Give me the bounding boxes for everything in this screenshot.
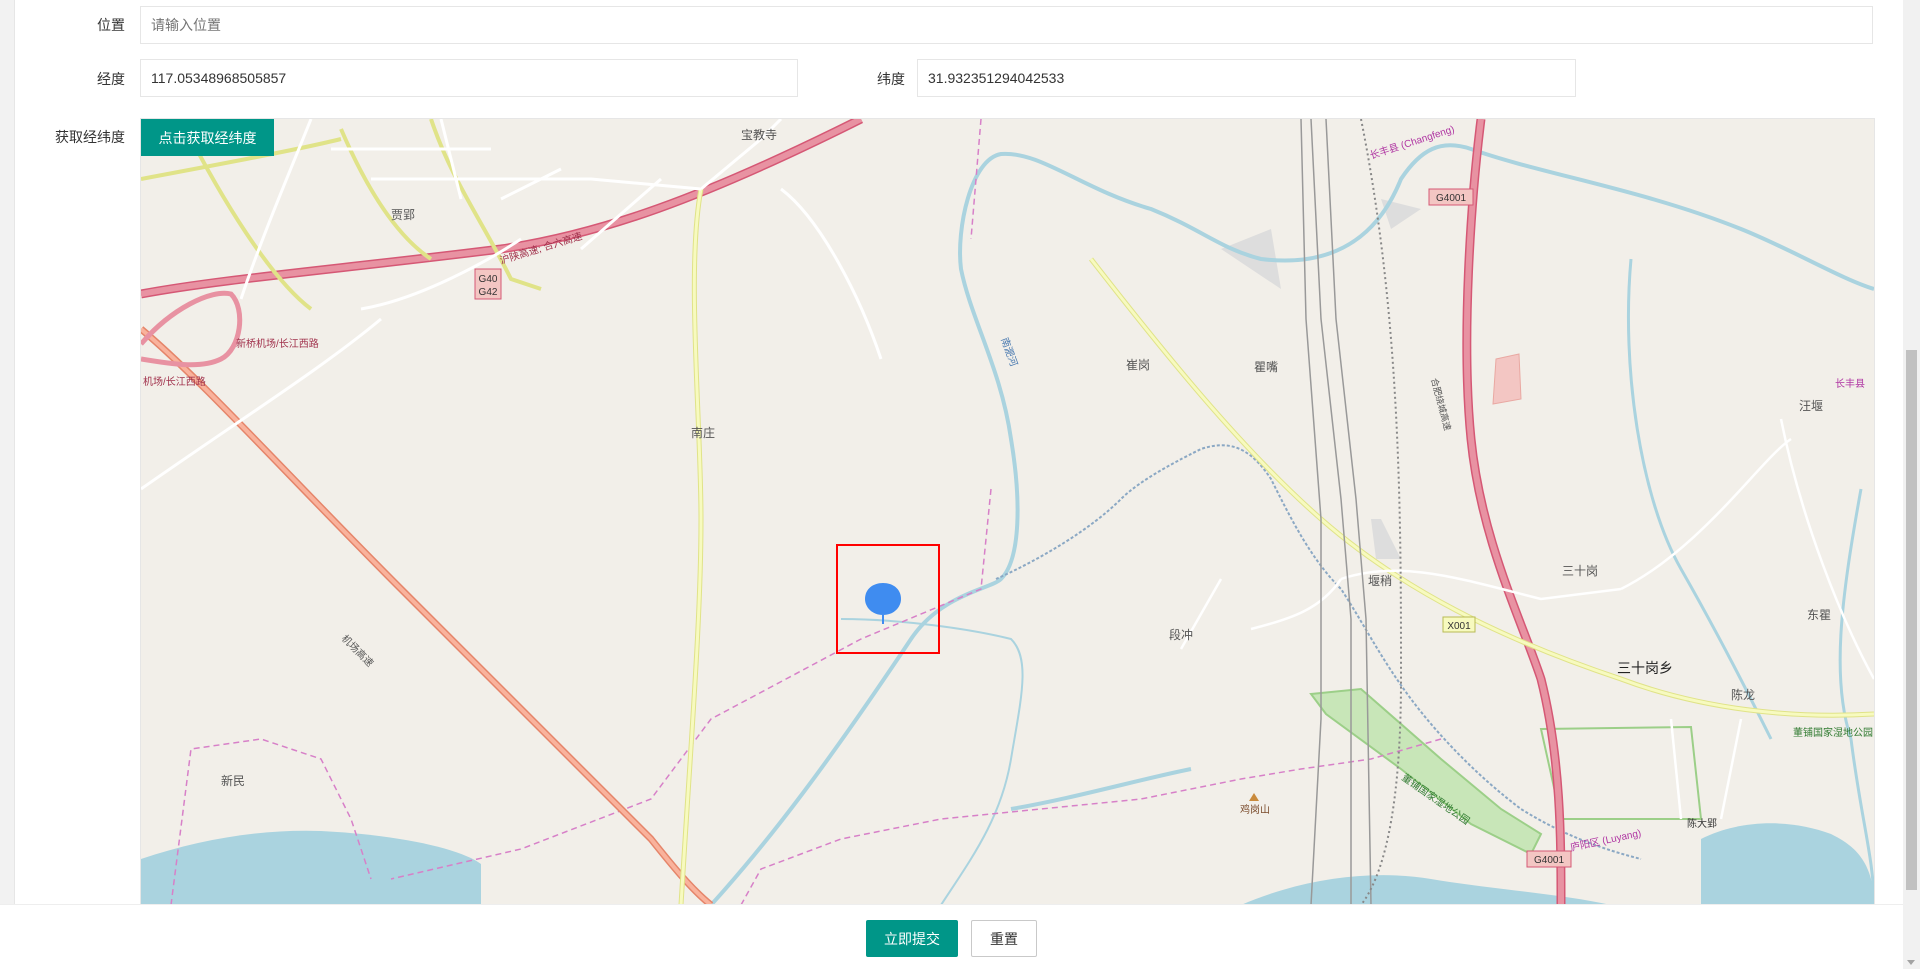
shield-g42-text: G42	[479, 287, 498, 298]
stream-3	[1010, 767, 1192, 811]
road-xingye-inner	[679, 188, 703, 905]
wetland-park	[1309, 687, 1543, 856]
left-panel-edge	[0, 0, 15, 969]
airport-expressway	[141, 326, 714, 905]
place-jiaying: 贾郢	[391, 208, 415, 222]
latitude-label: 纬度	[877, 71, 905, 87]
motorway-g4001-inner	[1463, 119, 1564, 905]
place-chenlong: 陈龙	[1731, 687, 1755, 702]
get-coords-button[interactable]: 点击获取经纬度	[141, 119, 274, 156]
get-coords-label: 获取经纬度	[55, 129, 125, 145]
footer-action-bar: 立即提交 重置	[0, 904, 1903, 970]
location-label: 位置	[97, 17, 125, 33]
label-changjiang-west-2: 机场/长江西路	[143, 375, 206, 388]
shield-x001-text: X001	[1447, 621, 1471, 632]
place-chendaying: 陈大郢	[1687, 817, 1717, 830]
page-scrollbar[interactable]	[1903, 0, 1920, 969]
latitude-input[interactable]	[917, 59, 1576, 97]
map-canvas[interactable]: G40 G42 G4001 G4001 X001 沪陕高速; 合六高速 新桥机场…	[140, 118, 1875, 906]
reset-button[interactable]: 重置	[971, 920, 1037, 957]
river-nanfei	[709, 143, 1874, 905]
label-changjiang-west: 新桥机场/长江西路	[236, 337, 319, 350]
place-dongqu: 东瞿	[1807, 608, 1831, 622]
minor-roads-east	[1179, 418, 1874, 820]
restricted-zone	[1492, 353, 1522, 405]
shield-g4001-bottom-text: G4001	[1534, 855, 1564, 866]
shield-g40-text: G40	[479, 274, 498, 285]
place-nanzhuang: 南庄	[691, 425, 715, 440]
longitude-label: 经度	[97, 71, 125, 87]
shield-g4001-top-text: G4001	[1436, 193, 1466, 204]
reservoir-area	[1241, 875, 1611, 905]
place-baojiaosi: 宝教寺	[741, 127, 777, 142]
label-changfeng: 长丰县 (Changfeng)	[1368, 122, 1456, 162]
structure-3	[1371, 519, 1401, 559]
lake-area	[141, 830, 481, 905]
label-wetland-park-right: 董铺国家湿地公园	[1793, 726, 1873, 739]
interchange	[141, 290, 243, 368]
location-pin-icon[interactable]	[865, 583, 901, 615]
location-input[interactable]	[140, 6, 1873, 44]
map-svg: G40 G42 G4001 G4001 X001 沪陕高速; 合六高速 新桥机场…	[141, 119, 1874, 905]
label-luyang: 庐阳区 (Luyang)	[1569, 826, 1642, 854]
road-xingye	[678, 188, 704, 905]
place-wangyan: 汪堰	[1799, 399, 1823, 413]
place-cuigang: 崔岗	[1126, 358, 1150, 372]
place-sanshigangxiang: 三十岗乡	[1617, 660, 1673, 676]
scrollbar-thumb[interactable]	[1906, 350, 1917, 890]
scroll-down-arrow-icon[interactable]	[1907, 960, 1915, 965]
place-quzui: 瞿嘴	[1254, 360, 1278, 374]
place-sanshigang: 三十岗	[1562, 564, 1598, 578]
label-ring-expressway: 合肥绕城高速	[1429, 377, 1454, 432]
submit-button[interactable]: 立即提交	[866, 920, 958, 957]
label-airport-expressway: 机场高速	[339, 632, 376, 669]
longitude-input[interactable]	[140, 59, 798, 97]
place-jigangshan: 鸡岗山	[1240, 803, 1270, 816]
peak-icon	[1249, 793, 1259, 801]
stream-1	[840, 618, 1024, 905]
east-lake-area	[1701, 823, 1874, 905]
label-nanfei-river: 南淝河	[998, 336, 1020, 369]
label-changfeng-right: 长丰县	[1835, 377, 1865, 390]
place-yanshao: 堰稍	[1368, 574, 1392, 588]
place-duanchong: 段冲	[1169, 627, 1193, 642]
place-xinmin: 新民	[221, 773, 245, 788]
railway-dotted	[1360, 119, 1403, 905]
